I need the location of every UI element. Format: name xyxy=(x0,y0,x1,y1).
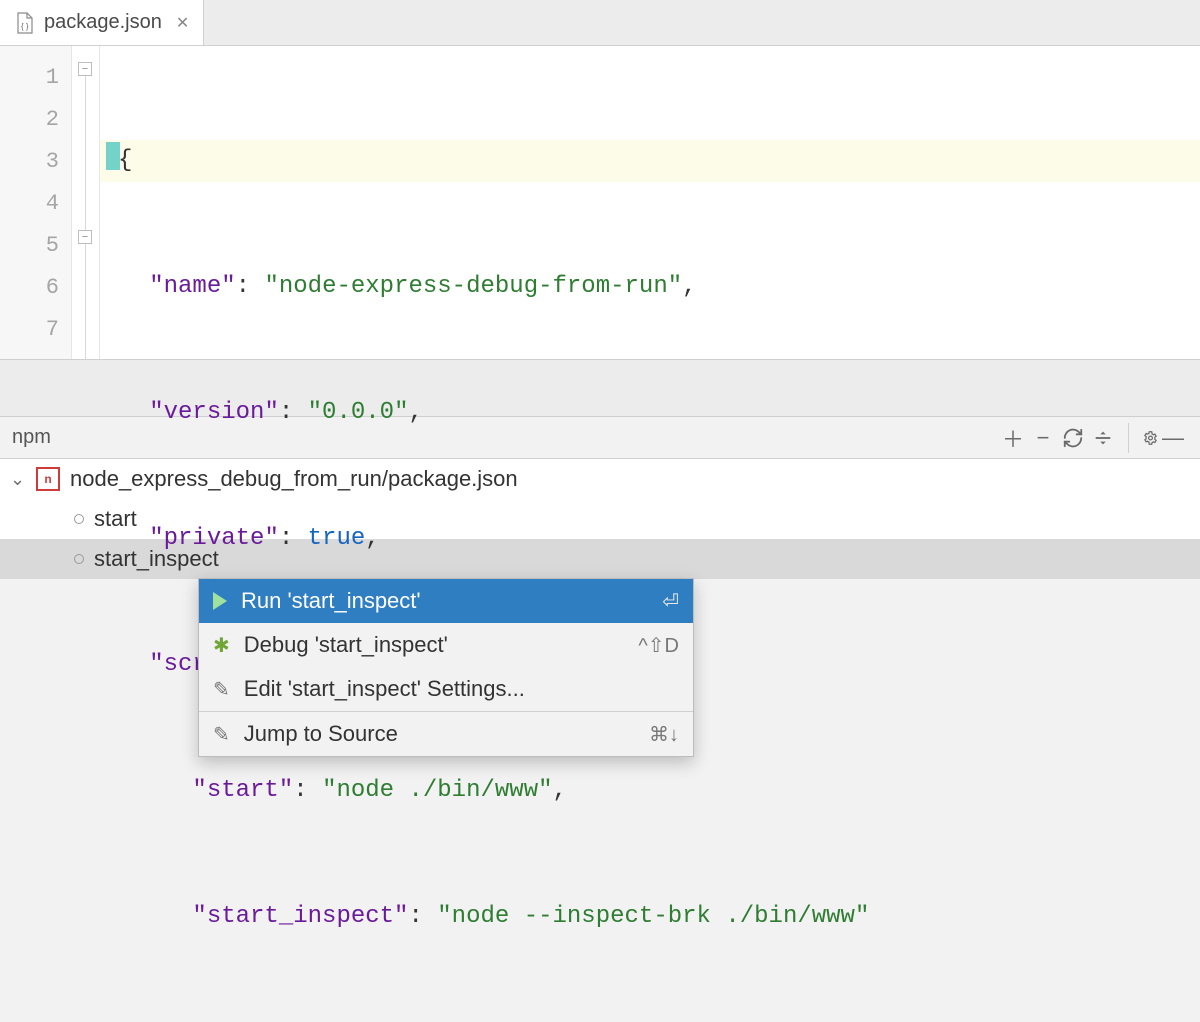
fold-toggle-icon[interactable]: − xyxy=(78,230,92,244)
line-number: 3 xyxy=(0,140,71,182)
ctx-item-shortcut: ⌘↓ xyxy=(649,722,679,747)
script-bullet-icon xyxy=(74,514,84,524)
json-file-icon: { } xyxy=(14,12,36,34)
ctx-debug-script[interactable]: ✱ Debug 'start_inspect' ^⇧D xyxy=(199,623,693,667)
npm-toolwindow-title: npm xyxy=(12,426,51,449)
chevron-down-icon: ⌄ xyxy=(10,469,26,490)
play-icon xyxy=(213,592,227,610)
ctx-item-label: Jump to Source xyxy=(244,721,635,747)
line-number: 2 xyxy=(0,98,71,140)
code-area[interactable]: { "name": "node-express-debug-from-run",… xyxy=(100,46,1200,359)
tab-filename: package.json xyxy=(44,11,162,34)
pencil-icon: ✎ xyxy=(213,677,230,702)
fold-gutter: − − xyxy=(72,46,100,359)
npm-package-icon: n xyxy=(36,467,60,491)
script-bullet-icon xyxy=(74,554,84,564)
svg-text:{ }: { } xyxy=(21,22,29,31)
ctx-edit-settings[interactable]: ✎ Edit 'start_inspect' Settings... xyxy=(199,667,693,711)
ctx-run-script[interactable]: Run 'start_inspect' ⏎ xyxy=(199,579,693,623)
ctx-item-shortcut: ^⇧D xyxy=(638,633,679,658)
bug-icon: ✱ xyxy=(213,633,230,658)
context-menu: Run 'start_inspect' ⏎ ✱ Debug 'start_ins… xyxy=(198,578,694,757)
line-number-gutter: 1 2 3 4 5 6 7 xyxy=(0,46,72,359)
line-number[interactable]: 6 xyxy=(0,266,71,308)
editor-tab-package-json[interactable]: { } package.json ✕ xyxy=(0,0,204,45)
ctx-item-shortcut: ⏎ xyxy=(662,589,679,614)
close-tab-icon[interactable]: ✕ xyxy=(176,13,189,33)
line-number: 1 xyxy=(0,56,71,98)
line-number[interactable]: 7 xyxy=(0,308,71,350)
code-editor[interactable]: 1 2 3 4 5 6 7 − − { "name": "node-expres… xyxy=(0,46,1200,359)
fold-toggle-icon[interactable]: − xyxy=(78,62,92,76)
ctx-jump-to-source[interactable]: ✎ Jump to Source ⌘↓ xyxy=(199,712,693,756)
pencil-icon: ✎ xyxy=(213,722,230,747)
ctx-item-label: Debug 'start_inspect' xyxy=(244,632,625,658)
ctx-item-label: Run 'start_inspect' xyxy=(241,588,648,614)
line-number: 4 xyxy=(0,182,71,224)
editor-tab-bar: { } package.json ✕ xyxy=(0,0,1200,46)
ctx-item-label: Edit 'start_inspect' Settings... xyxy=(244,676,679,702)
line-number: 5 xyxy=(0,224,71,266)
